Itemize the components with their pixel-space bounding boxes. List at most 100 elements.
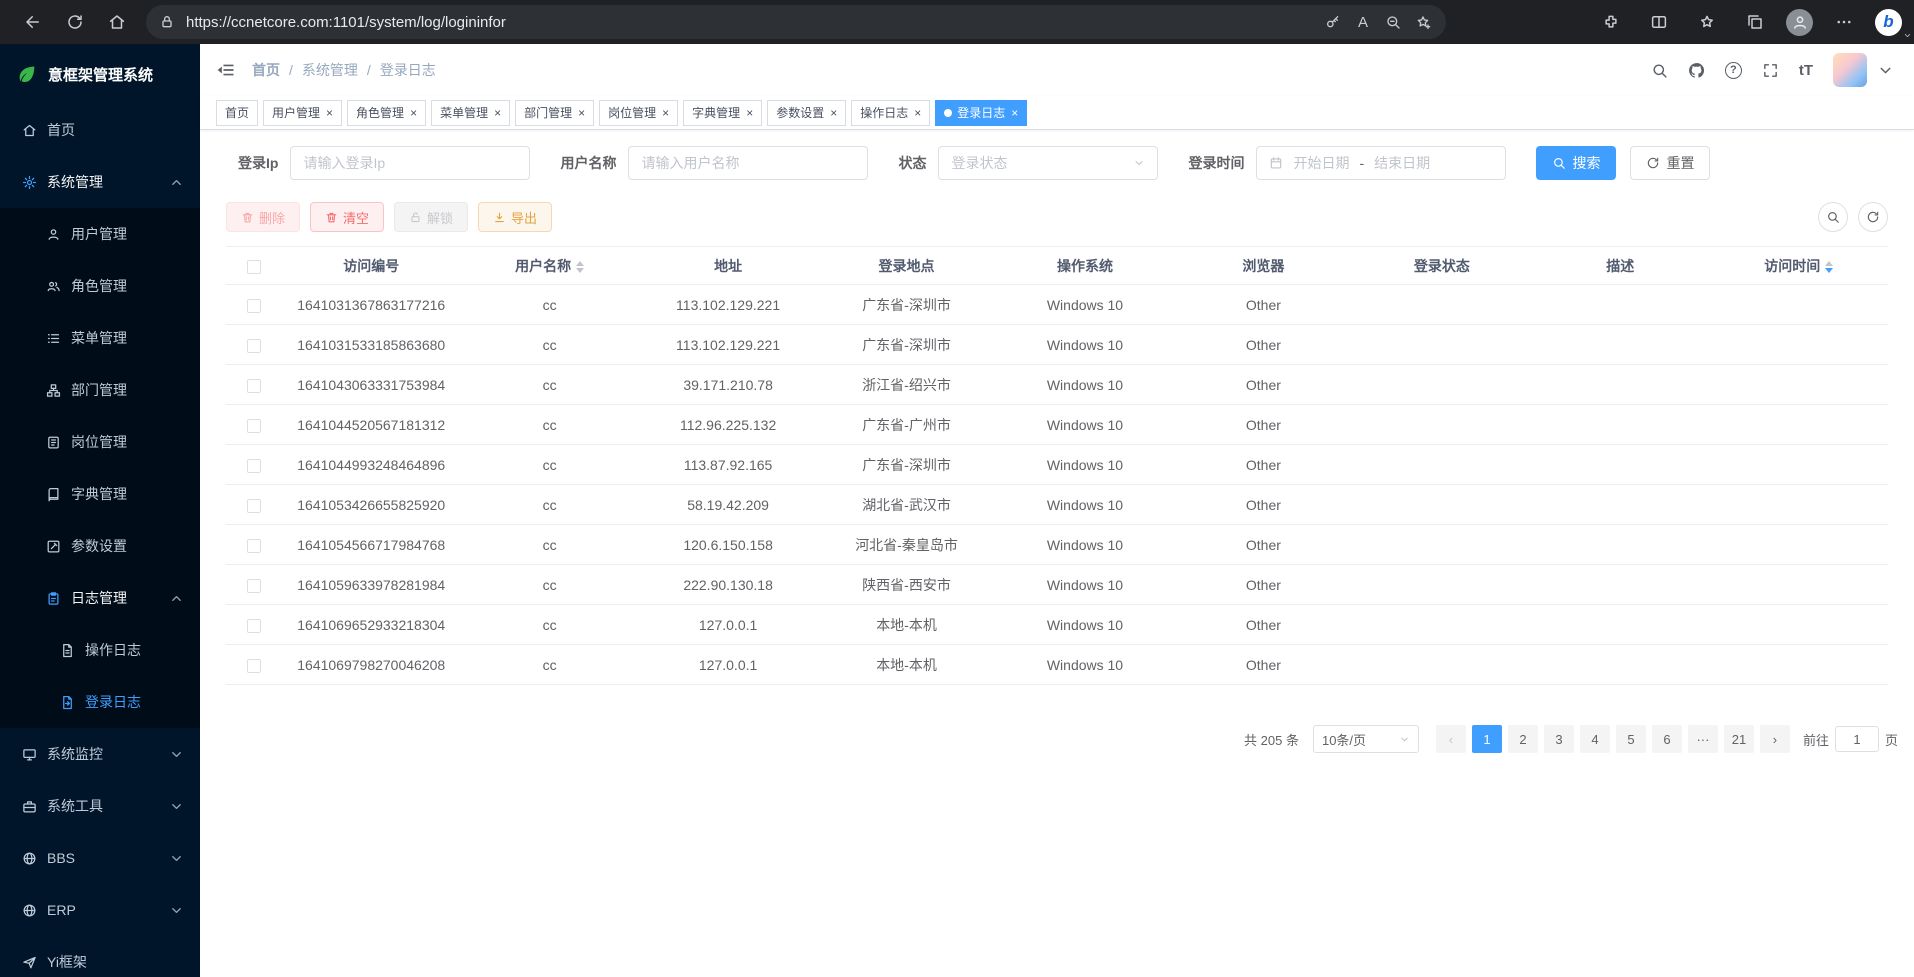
page-button-21[interactable]: 21 bbox=[1724, 725, 1754, 753]
site-info-lock-icon[interactable] bbox=[152, 7, 182, 37]
close-tab-icon[interactable]: × bbox=[1010, 107, 1018, 119]
header-search-icon[interactable] bbox=[1651, 62, 1668, 79]
pager-more-icon[interactable]: ··· bbox=[1688, 725, 1718, 753]
browser-home-icon[interactable] bbox=[98, 4, 136, 40]
split-screen-icon[interactable] bbox=[1642, 4, 1676, 40]
sidebar-item-erp[interactable]: ERP bbox=[0, 884, 200, 936]
close-tab-icon[interactable]: × bbox=[577, 107, 585, 119]
export-button[interactable]: 导出 bbox=[478, 202, 552, 232]
row-checkbox[interactable] bbox=[247, 339, 261, 353]
tab-home[interactable]: 首页 bbox=[216, 100, 258, 126]
sidebar-item-log-mgmt[interactable]: 日志管理 bbox=[0, 572, 200, 624]
sort-icon[interactable] bbox=[1825, 261, 1833, 273]
read-aloud-icon[interactable]: A bbox=[1348, 7, 1378, 37]
password-key-icon[interactable] bbox=[1318, 7, 1348, 37]
browser-back-icon[interactable] bbox=[14, 4, 52, 40]
column-header[interactable]: 访问时间 bbox=[1710, 247, 1889, 285]
tab-user-mgmt[interactable]: 用户管理× bbox=[263, 100, 342, 126]
help-icon[interactable]: ? bbox=[1725, 62, 1742, 79]
github-icon[interactable] bbox=[1688, 62, 1705, 79]
add-favorite-star-icon[interactable] bbox=[1408, 7, 1438, 37]
close-tab-icon[interactable]: × bbox=[829, 107, 837, 119]
sidebar-item-system-mgmt[interactable]: 系统管理 bbox=[0, 156, 200, 208]
close-tab-icon[interactable]: × bbox=[661, 107, 669, 119]
page-button-4[interactable]: 4 bbox=[1580, 725, 1610, 753]
extensions-puzzle-icon[interactable] bbox=[1594, 4, 1628, 40]
browser-menu-more-icon[interactable] bbox=[1827, 4, 1861, 40]
row-checkbox[interactable] bbox=[247, 619, 261, 633]
row-checkbox[interactable] bbox=[247, 539, 261, 553]
select-all-checkbox[interactable] bbox=[247, 260, 261, 274]
username-input[interactable] bbox=[628, 146, 868, 180]
bing-copilot-icon[interactable]: b bbox=[1875, 9, 1902, 36]
sort-icon[interactable] bbox=[576, 261, 584, 273]
page-size-select[interactable]: 10条/页 bbox=[1313, 725, 1419, 753]
browser-refresh-icon[interactable] bbox=[56, 4, 94, 40]
reset-button[interactable]: 重置 bbox=[1630, 146, 1710, 180]
page-button-6[interactable]: 6 bbox=[1652, 725, 1682, 753]
user-avatar[interactable] bbox=[1833, 53, 1867, 87]
app-logo[interactable]: 意框架管理系统 bbox=[0, 44, 200, 104]
browser-profile-avatar[interactable] bbox=[1786, 9, 1813, 36]
breadcrumb-home[interactable]: 首页 bbox=[252, 60, 280, 80]
sidebar-item-home[interactable]: 首页 bbox=[0, 104, 200, 156]
search-button[interactable]: 搜索 bbox=[1536, 146, 1616, 180]
sidebar-item-dict-mgmt[interactable]: 字典管理 bbox=[0, 468, 200, 520]
tab-post-mgmt[interactable]: 岗位管理× bbox=[599, 100, 678, 126]
tab-operation-log[interactable]: 操作日志× bbox=[851, 100, 930, 126]
close-tab-icon[interactable]: × bbox=[745, 107, 753, 119]
prev-page-button[interactable]: ‹ bbox=[1436, 725, 1466, 753]
user-menu-caret-icon[interactable] bbox=[1877, 62, 1894, 79]
sidebar-item-post-mgmt[interactable]: 岗位管理 bbox=[0, 416, 200, 468]
sidebar-item-param-settings[interactable]: 参数设置 bbox=[0, 520, 200, 572]
sidebar-item-user-mgmt[interactable]: 用户管理 bbox=[0, 208, 200, 260]
refresh-table-icon[interactable] bbox=[1858, 202, 1888, 232]
page-button-1[interactable]: 1 bbox=[1472, 725, 1502, 753]
row-checkbox[interactable] bbox=[247, 419, 261, 433]
page-button-3[interactable]: 3 bbox=[1544, 725, 1574, 753]
clear-button[interactable]: 清空 bbox=[310, 202, 384, 232]
sidebar-item-login-log[interactable]: 登录日志 bbox=[0, 676, 200, 728]
sidebar-item-operation-log[interactable]: 操作日志 bbox=[0, 624, 200, 676]
sidebar-item-menu-mgmt[interactable]: 菜单管理 bbox=[0, 312, 200, 364]
page-button-2[interactable]: 2 bbox=[1508, 725, 1538, 753]
sidebar-item-system-tools[interactable]: 系统工具 bbox=[0, 780, 200, 832]
close-tab-icon[interactable]: × bbox=[325, 107, 333, 119]
sidebar-item-system-monitor[interactable]: 系统监控 bbox=[0, 728, 200, 780]
collections-icon[interactable] bbox=[1738, 4, 1772, 40]
tab-dept-mgmt[interactable]: 部门管理× bbox=[515, 100, 594, 126]
next-page-button[interactable]: › bbox=[1760, 725, 1790, 753]
goto-page-input[interactable] bbox=[1835, 726, 1879, 752]
row-checkbox[interactable] bbox=[247, 299, 261, 313]
tab-menu-mgmt[interactable]: 菜单管理× bbox=[431, 100, 510, 126]
toggle-search-icon[interactable] bbox=[1818, 202, 1848, 232]
row-checkbox[interactable] bbox=[247, 659, 261, 673]
unlock-button[interactable]: 解锁 bbox=[394, 202, 468, 232]
close-tab-icon[interactable]: × bbox=[913, 107, 921, 119]
address-bar[interactable]: https://ccnetcore.com:1101/system/log/lo… bbox=[146, 5, 1446, 39]
zoom-out-icon[interactable] bbox=[1378, 7, 1408, 37]
date-range-picker[interactable]: 开始日期 - 结束日期 bbox=[1256, 146, 1506, 180]
status-select[interactable]: 登录状态 bbox=[938, 146, 1158, 180]
sidebar-item-dept-mgmt[interactable]: 部门管理 bbox=[0, 364, 200, 416]
favorites-bar-star-icon[interactable] bbox=[1690, 4, 1724, 40]
page-button-5[interactable]: 5 bbox=[1616, 725, 1646, 753]
close-tab-icon[interactable]: × bbox=[493, 107, 501, 119]
row-checkbox[interactable] bbox=[247, 459, 261, 473]
close-tab-icon[interactable]: × bbox=[409, 107, 417, 119]
delete-button[interactable]: 删除 bbox=[226, 202, 300, 232]
row-checkbox[interactable] bbox=[247, 579, 261, 593]
row-checkbox[interactable] bbox=[247, 499, 261, 513]
tab-role-mgmt[interactable]: 角色管理× bbox=[347, 100, 426, 126]
tab-login-log[interactable]: 登录日志× bbox=[935, 100, 1027, 126]
breadcrumb-system-mgmt[interactable]: 系统管理 bbox=[302, 60, 358, 80]
row-checkbox[interactable] bbox=[247, 379, 261, 393]
tab-dict-mgmt[interactable]: 字典管理× bbox=[683, 100, 762, 126]
tab-param-settings[interactable]: 参数设置× bbox=[767, 100, 846, 126]
sidebar-item-yi-framework[interactable]: Yi框架 bbox=[0, 936, 200, 977]
sidebar-item-bbs[interactable]: BBS bbox=[0, 832, 200, 884]
ip-input[interactable] bbox=[290, 146, 530, 180]
font-size-icon[interactable]: tT bbox=[1799, 62, 1813, 79]
sidebar-toggle-icon[interactable] bbox=[216, 60, 236, 80]
fullscreen-icon[interactable] bbox=[1762, 62, 1779, 79]
